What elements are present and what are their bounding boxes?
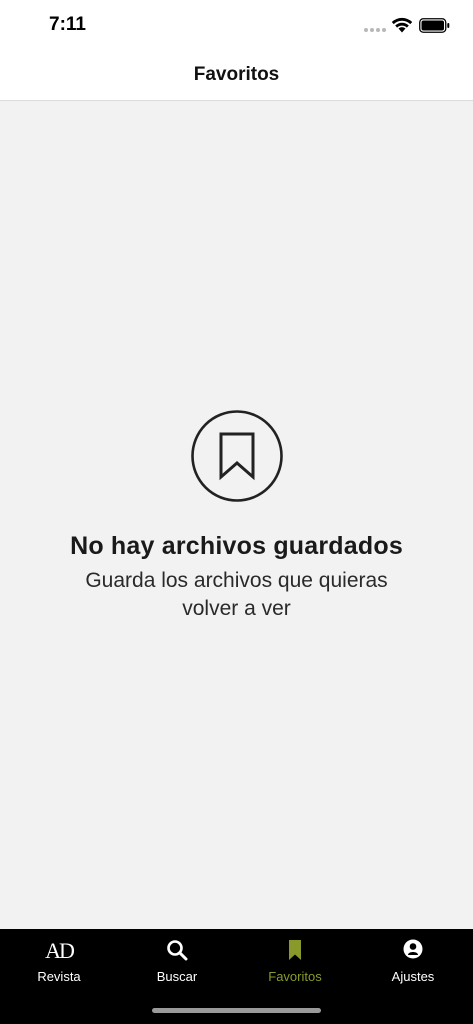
navigation-bar: Favoritos bbox=[0, 50, 473, 101]
user-icon bbox=[403, 939, 423, 959]
empty-state-subtitle: Guarda los archivos que quieras volver a… bbox=[85, 569, 388, 620]
tab-revista[interactable]: AD Revista bbox=[0, 929, 118, 991]
bookmark-icon bbox=[289, 940, 301, 960]
tab-label-revista: Revista bbox=[37, 969, 81, 984]
tab-favoritos[interactable]: Favoritos bbox=[236, 929, 354, 991]
cellular-signal-icon bbox=[364, 28, 386, 33]
bookmark-icon bbox=[190, 410, 283, 502]
empty-state-title: No hay archivos guardados bbox=[70, 532, 403, 560]
status-time: 7:11 bbox=[49, 14, 86, 35]
status-bar: 7:11 bbox=[0, 0, 473, 50]
ad-logo-text: AD bbox=[45, 938, 75, 963]
tab-ajustes[interactable]: Ajustes bbox=[354, 929, 472, 991]
ad-logo-icon: AD bbox=[0, 939, 118, 963]
tab-label-buscar: Buscar bbox=[156, 969, 198, 984]
tab-label-favoritos: Favoritos bbox=[268, 969, 322, 984]
tab-label-ajustes: Ajustes bbox=[391, 969, 435, 984]
home-indicator[interactable] bbox=[152, 1008, 321, 1013]
page-title: Favoritos bbox=[193, 64, 280, 85]
tab-icon-wrapper bbox=[236, 939, 354, 963]
tab-icon-wrapper bbox=[118, 939, 236, 963]
empty-state: No hay archivos guardados Guarda los arc… bbox=[0, 410, 473, 623]
search-icon bbox=[167, 940, 188, 961]
wifi-icon bbox=[391, 17, 413, 33]
tab-icon-wrapper bbox=[354, 939, 472, 963]
battery-icon bbox=[419, 18, 450, 33]
tab-buscar[interactable]: Buscar bbox=[118, 929, 236, 991]
